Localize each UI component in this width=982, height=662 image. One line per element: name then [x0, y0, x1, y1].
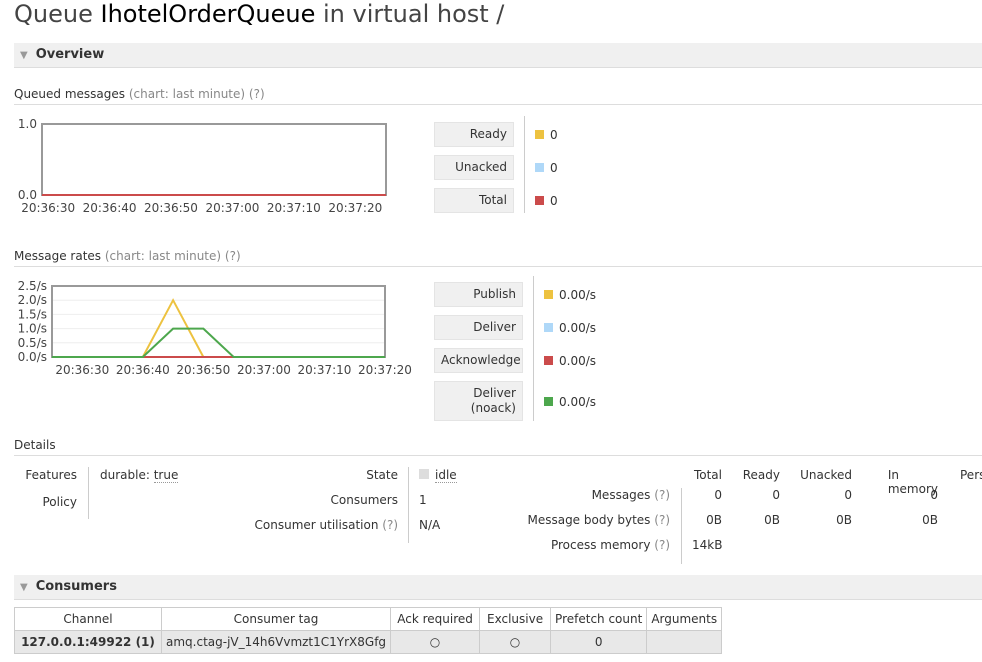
column-header: Channel: [14, 607, 162, 631]
legend-value: 0.00/s: [544, 288, 596, 302]
legend-swatch-icon: [535, 130, 544, 139]
x-tick-label: 20:37:10: [267, 201, 321, 215]
y-tick-label: 0.0: [18, 188, 37, 202]
column-header: Arguments: [646, 607, 723, 631]
x-tick-label: 20:36:50: [176, 363, 230, 377]
column-header: Prefetch count: [550, 607, 648, 631]
stats-value: 0: [930, 488, 938, 502]
state-value: idle: [419, 468, 457, 483]
x-tick-label: 20:36:30: [21, 201, 75, 215]
column-header: Exclusive: [479, 607, 552, 631]
overview-section-header[interactable]: ▼ Overview: [14, 43, 982, 68]
plot-frame: [51, 285, 386, 358]
queued-messages-chart: 0.0 1.0 20:36:30 20:36:40 20:36:50 20:37:00 20…: [18, 117, 387, 215]
stats-value: 0B: [706, 513, 722, 527]
collapse-triangle-icon: ▼: [20, 582, 28, 593]
y-tick-label: 1.5/s: [18, 307, 47, 321]
consumers-section-header[interactable]: ▼ Consumers: [14, 575, 982, 600]
features-value: durable: true: [100, 468, 179, 483]
legend-swatch-icon: [544, 323, 553, 332]
x-tick-label: 20:37:10: [298, 363, 352, 377]
stats-value: 0B: [764, 513, 780, 527]
y-tick-label: 2.5/s: [18, 279, 47, 293]
consumers-table: Channel Consumer tag Ack required Exclusive…: [14, 607, 723, 654]
legend-swatch-icon: [544, 290, 553, 299]
collapse-triangle-icon: ▼: [20, 50, 28, 61]
ack-required-icon: ○: [390, 630, 481, 654]
stats-value: 0: [714, 488, 722, 502]
channel-link[interactable]: 127.0.0.1:49922 (1): [14, 630, 162, 654]
x-tick-label: 20:36:40: [116, 363, 170, 377]
exclusive-icon: ○: [479, 630, 552, 654]
y-tick-label: 0.0/s: [18, 350, 47, 364]
column-header: Consumer tag: [160, 607, 392, 631]
x-tick-label: 20:36:30: [55, 363, 109, 377]
legend-label-2[interactable]: Acknowledge: [434, 348, 523, 373]
legend-swatch-icon: [535, 163, 544, 172]
stats-value: 14kB: [692, 538, 723, 552]
queued-messages-heading: Queued messages (chart: last minute) (?): [14, 87, 982, 105]
stats-header: Unacked: [800, 468, 852, 482]
legend-label-1[interactable]: Unacked: [434, 155, 514, 180]
message-rates-chart: 0.0/s0.5/s1.0/s1.5/s2.0/s2.5/s 20:36:30 20…: [18, 279, 412, 377]
legend-label-0[interactable]: Publish: [434, 282, 523, 307]
legend-value: 0: [535, 194, 558, 208]
stats-header: Total: [693, 468, 722, 482]
plot-frame: [41, 123, 387, 196]
y-tick-label: 1.0: [18, 117, 37, 131]
stats-header: Pers: [960, 468, 982, 482]
y-tick-label: 0.5/s: [18, 336, 47, 350]
stats-value: 0B: [836, 513, 852, 527]
legend-value: 0: [535, 161, 558, 175]
stats-value: 0B: [922, 513, 938, 527]
legend-swatch-icon: [535, 196, 544, 205]
x-tick-label: 20:37:20: [358, 363, 412, 377]
legend-swatch-icon: [544, 356, 553, 365]
legend-swatch-icon: [544, 397, 553, 406]
legend-value: 0.00/s: [544, 321, 596, 335]
legend-label-1[interactable]: Deliver: [434, 315, 523, 340]
stats-header: Ready: [742, 468, 780, 482]
y-tick-label: 1.0/s: [18, 322, 47, 336]
page-title: Queue IhotelOrderQueue in virtual host /: [14, 0, 505, 28]
legend-label-2[interactable]: Total: [434, 188, 514, 213]
state-indicator-icon: [419, 469, 429, 479]
legend-value: 0.00/s: [544, 395, 596, 409]
legend-label-3[interactable]: Deliver (noack): [434, 381, 523, 421]
y-tick-label: 2.0/s: [18, 293, 47, 307]
legend-value: 0: [535, 128, 558, 142]
x-tick-label: 20:37:00: [205, 201, 259, 215]
x-tick-label: 20:36:50: [144, 201, 198, 215]
legend-value: 0.00/s: [544, 354, 596, 368]
message-rates-heading: Message rates (chart: last minute) (?): [14, 249, 982, 267]
x-tick-label: 20:37:00: [237, 363, 291, 377]
legend-label-0[interactable]: Ready: [434, 122, 514, 147]
x-tick-label: 20:37:20: [328, 201, 382, 215]
stats-value: 0: [772, 488, 780, 502]
details-heading: Details: [14, 438, 982, 456]
x-tick-label: 20:36:40: [83, 201, 137, 215]
stats-value: 0: [844, 488, 852, 502]
table-row: 127.0.0.1:49922 (1) amq.ctag-jV_14h6Vvmz…: [14, 630, 723, 654]
column-header: Ack required: [390, 607, 481, 631]
